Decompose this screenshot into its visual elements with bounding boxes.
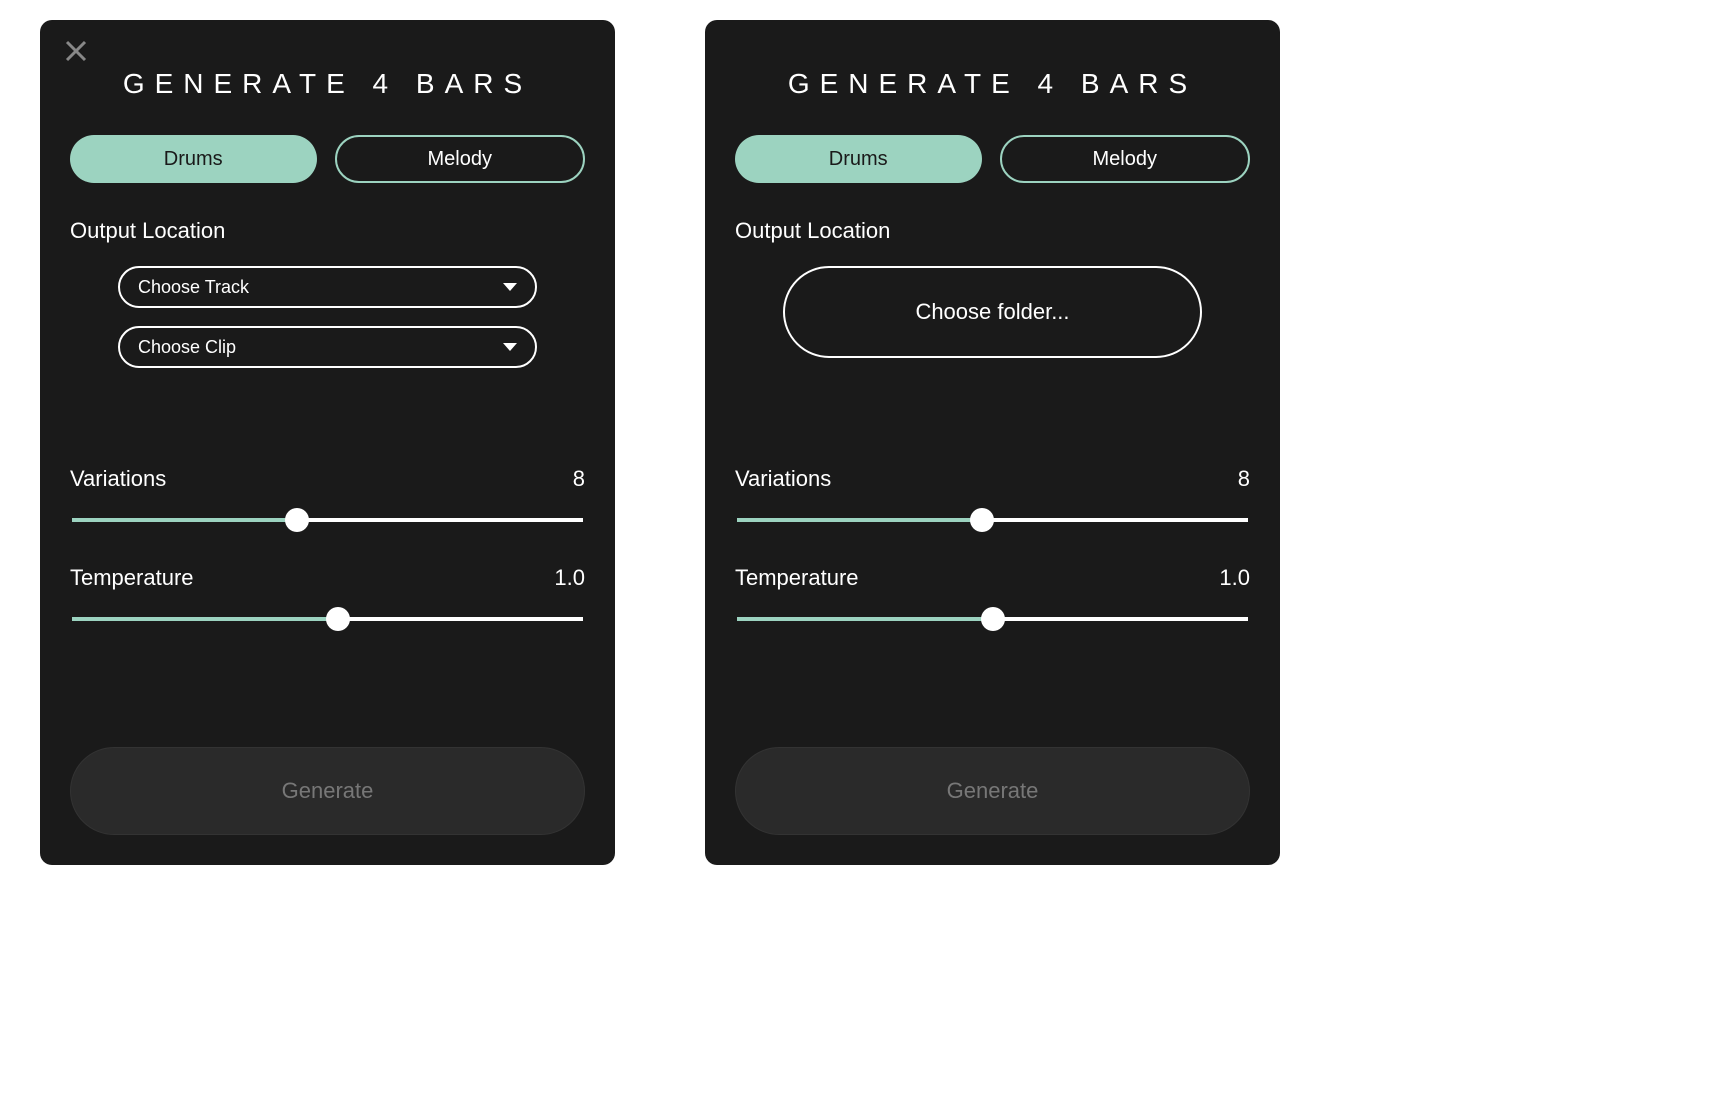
variations-label: Variations <box>735 466 831 492</box>
choose-clip-dropdown[interactable]: Choose Clip <box>118 326 537 368</box>
choose-folder-button[interactable]: Choose folder... <box>783 266 1202 358</box>
slider-thumb[interactable] <box>981 607 1005 631</box>
variations-slider[interactable] <box>735 510 1250 530</box>
slider-fill <box>72 518 297 522</box>
dropdown-label: Choose Track <box>138 277 249 298</box>
temperature-section: Temperature 1.0 <box>735 565 1250 629</box>
slider-fill <box>737 518 982 522</box>
temperature-slider[interactable] <box>735 609 1250 629</box>
generate-panel-left: GENERATE 4 BARS Drums Melody Output Loca… <box>40 20 615 865</box>
temperature-value: 1.0 <box>554 565 585 591</box>
temperature-section: Temperature 1.0 <box>70 565 585 629</box>
panel-title: GENERATE 4 BARS <box>735 68 1250 100</box>
temperature-label: Temperature <box>70 565 194 591</box>
variations-value: 8 <box>573 466 585 492</box>
slider-fill <box>72 617 338 621</box>
output-location-label: Output Location <box>735 218 1250 244</box>
panel-title: GENERATE 4 BARS <box>70 68 585 100</box>
chevron-down-icon <box>503 283 517 291</box>
generate-button[interactable]: Generate <box>735 747 1250 835</box>
output-location-label: Output Location <box>70 218 585 244</box>
slider-fill <box>737 617 993 621</box>
chevron-down-icon <box>503 343 517 351</box>
mode-tabs: Drums Melody <box>70 135 585 183</box>
generate-button[interactable]: Generate <box>70 747 585 835</box>
slider-thumb[interactable] <box>326 607 350 631</box>
variations-section: Variations 8 <box>735 466 1250 530</box>
close-icon[interactable] <box>65 40 87 66</box>
variations-value: 8 <box>1238 466 1250 492</box>
tab-melody[interactable]: Melody <box>335 135 586 183</box>
slider-thumb[interactable] <box>970 508 994 532</box>
variations-section: Variations 8 <box>70 466 585 530</box>
slider-thumb[interactable] <box>285 508 309 532</box>
variations-label: Variations <box>70 466 166 492</box>
tab-drums[interactable]: Drums <box>735 135 982 183</box>
output-location-area: Choose folder... <box>735 266 1250 406</box>
mode-tabs: Drums Melody <box>735 135 1250 183</box>
temperature-slider[interactable] <box>70 609 585 629</box>
temperature-value: 1.0 <box>1219 565 1250 591</box>
tab-drums[interactable]: Drums <box>70 135 317 183</box>
temperature-label: Temperature <box>735 565 859 591</box>
output-location-area: Choose Track Choose Clip <box>70 266 585 406</box>
dropdown-label: Choose Clip <box>138 337 236 358</box>
variations-slider[interactable] <box>70 510 585 530</box>
tab-melody[interactable]: Melody <box>1000 135 1251 183</box>
generate-panel-right: GENERATE 4 BARS Drums Melody Output Loca… <box>705 20 1280 865</box>
choose-track-dropdown[interactable]: Choose Track <box>118 266 537 308</box>
